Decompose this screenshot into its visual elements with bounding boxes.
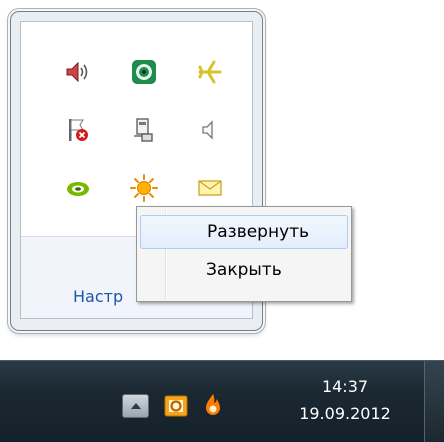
nvidia-icon[interactable] — [55, 168, 100, 208]
sun-weather-icon[interactable] — [121, 168, 166, 208]
action-center-error-icon[interactable] — [55, 110, 100, 150]
context-menu: Развернуть Закрыть — [136, 206, 352, 302]
clock-time: 14:37 — [321, 377, 369, 396]
speaker-outline-icon[interactable] — [187, 110, 232, 150]
tray-icon-grid — [55, 52, 235, 226]
yellow-airplane-icon[interactable] — [187, 52, 232, 92]
mail-envelope-icon[interactable] — [187, 168, 232, 208]
clock-date: 19.09.2012 — [299, 404, 391, 423]
menu-item-close[interactable]: Закрыть — [140, 254, 348, 288]
volume-icon[interactable] — [55, 52, 100, 92]
customize-link[interactable]: Настр — [73, 287, 123, 306]
green-circle-app-icon[interactable] — [121, 52, 166, 92]
chevron-up-icon — [130, 403, 141, 409]
taskbar: 14:37 19.09.2012 — [0, 360, 444, 442]
clock[interactable]: 14:37 19.09.2012 — [285, 373, 405, 427]
show-desktop-button[interactable] — [424, 361, 444, 442]
network-disconnected-icon[interactable] — [121, 110, 166, 150]
show-hidden-icons-button[interactable] — [122, 394, 149, 418]
flame-app-icon[interactable] — [200, 392, 226, 418]
outlook-icon[interactable] — [163, 393, 189, 419]
menu-item-restore[interactable]: Развернуть — [140, 215, 348, 249]
